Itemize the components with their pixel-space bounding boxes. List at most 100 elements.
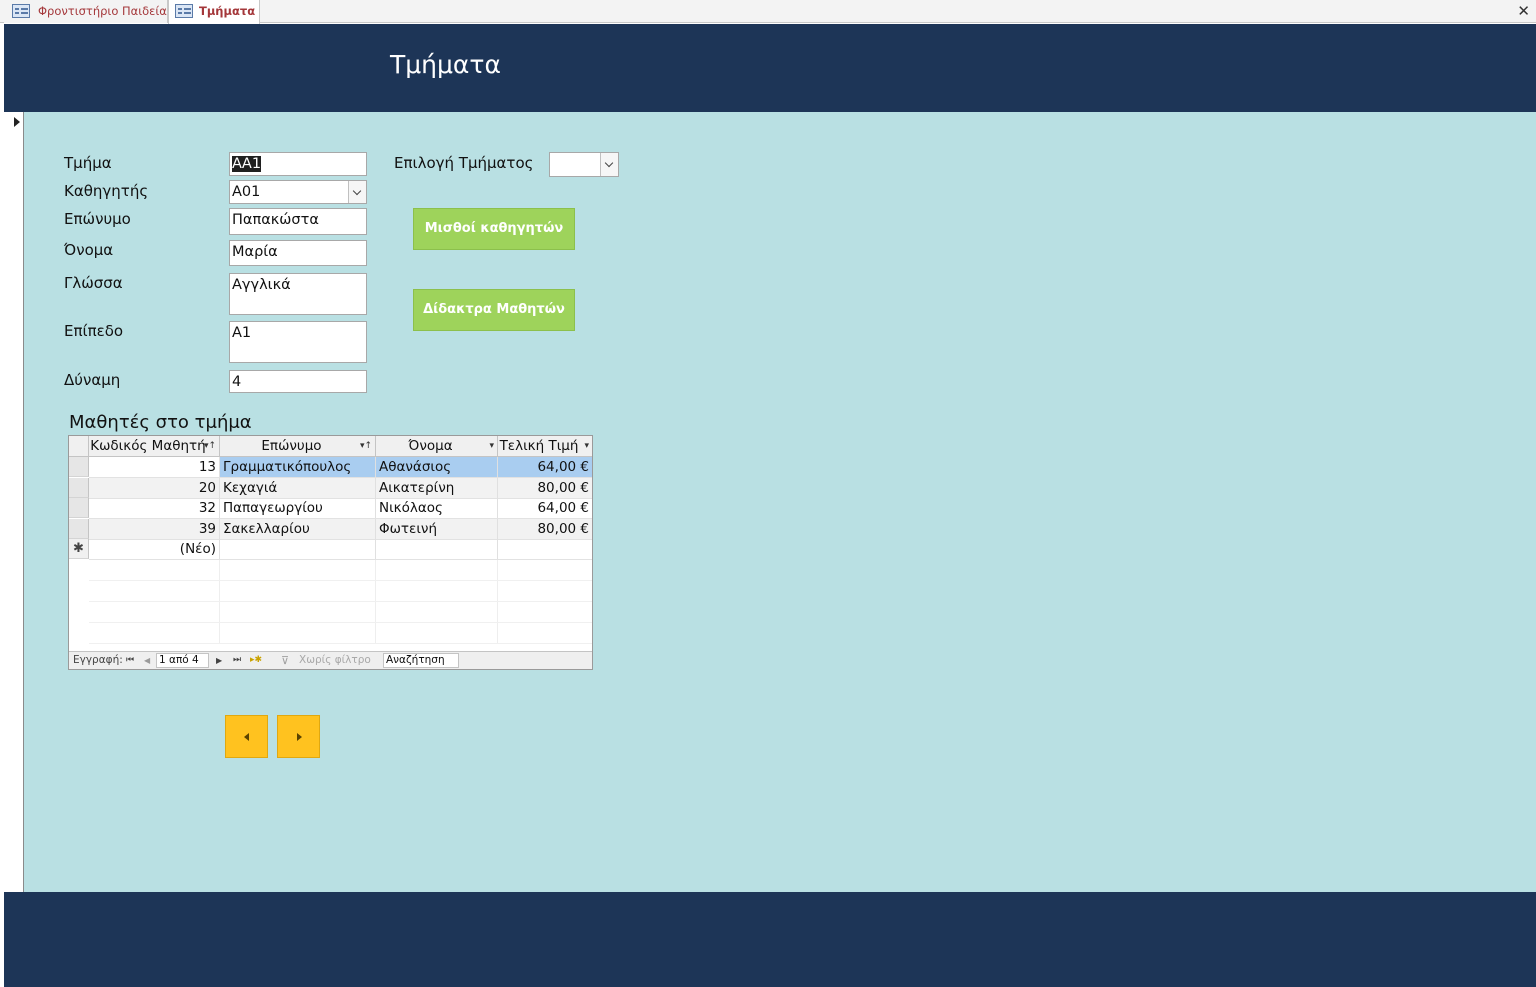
row-selector[interactable] xyxy=(69,519,89,539)
epipedo-field[interactable]: Α1 xyxy=(229,321,367,363)
cell-empty xyxy=(220,623,376,643)
kathigitis-value: Α01 xyxy=(232,184,261,200)
salaries-button[interactable]: Μισθοί καθηγητών xyxy=(413,208,575,250)
onoma-value: Μαρία xyxy=(232,244,278,260)
kathigitis-combobox[interactable]: Α01 xyxy=(229,180,367,204)
form-header: Τμήματα xyxy=(4,24,1536,112)
cell-price[interactable]: 80,00 € xyxy=(498,519,592,539)
cell-empty xyxy=(376,560,498,580)
column-header-eponymo[interactable]: Επώνυμο ▾↑ xyxy=(220,436,376,457)
first-record-icon[interactable]: ⏮ xyxy=(126,652,134,669)
column-header-kodikos[interactable]: Κωδικός Μαθητή ▾↑ xyxy=(89,436,220,457)
table-row[interactable]: 39 Σακελλαρίου Φωτεινή 80,00 € xyxy=(89,519,592,540)
onoma-field[interactable]: Μαρία xyxy=(229,240,367,266)
sort-filter-icon[interactable]: ▾↑ xyxy=(204,436,216,456)
current-record-arrow-icon xyxy=(14,117,20,127)
epipedo-value: Α1 xyxy=(232,325,252,341)
label-dynami: Δύναμη xyxy=(64,371,121,389)
cell-empty[interactable] xyxy=(498,539,592,559)
no-filter-label[interactable]: Χωρίς φίλτρο xyxy=(299,652,371,669)
empty-row xyxy=(89,560,592,581)
cell-surname[interactable]: Γραμματικόπουλος xyxy=(220,457,376,477)
subform-title: Μαθητές στο τμήμα xyxy=(69,412,252,433)
column-header-teliki-timi[interactable]: Τελική Τιμή ▾ xyxy=(498,436,592,457)
cell-id[interactable]: 39 xyxy=(89,519,220,539)
row-selector[interactable] xyxy=(69,498,89,518)
cell-price[interactable]: 64,00 € xyxy=(498,457,592,477)
chevron-down-icon[interactable] xyxy=(600,153,618,176)
triangle-left-icon xyxy=(244,733,249,741)
glossa-value: Αγγλικά xyxy=(232,277,291,293)
cell-name[interactable]: Αθανάσιος xyxy=(376,457,498,477)
previous-record-icon[interactable]: ◀ xyxy=(144,652,150,669)
glossa-field[interactable]: Αγγλικά xyxy=(229,273,367,315)
cell-empty xyxy=(89,581,220,601)
cell-surname[interactable]: Κεχαγιά xyxy=(220,478,376,498)
chevron-down-icon[interactable] xyxy=(348,181,366,203)
cell-empty[interactable] xyxy=(220,539,376,559)
tab-tmimata[interactable]: Τμήματα xyxy=(168,0,260,24)
tab-frontistirio-paideia[interactable]: Φροντιστήριο Παιδεία xyxy=(4,0,168,23)
cell-id[interactable]: 20 xyxy=(89,478,220,498)
column-header-onoma[interactable]: Όνομα ▾ xyxy=(376,436,498,457)
cell-surname[interactable]: Σακελλαρίου xyxy=(220,519,376,539)
sort-filter-icon[interactable]: ▾↑ xyxy=(360,436,372,456)
datasheet-header: Κωδικός Μαθητή ▾↑ Επώνυμο ▾↑ Όνομα ▾ Τελική… xyxy=(69,436,592,457)
cell-price[interactable]: 80,00 € xyxy=(498,478,592,498)
form-footer xyxy=(4,892,1536,987)
dynami-field[interactable]: 4 xyxy=(229,370,367,393)
form-icon xyxy=(12,4,30,18)
table-row[interactable]: 20 Κεχαγιά Αικατερίνη 80,00 € xyxy=(89,478,592,499)
next-record-button[interactable] xyxy=(277,715,320,758)
search-input[interactable]: Αναζήτηση xyxy=(383,653,459,668)
row-selector[interactable] xyxy=(69,457,89,477)
cell-id[interactable]: 32 xyxy=(89,498,220,518)
cell-empty xyxy=(376,602,498,622)
eponymo-field[interactable]: Παπακώστα xyxy=(229,208,367,235)
record-label: Εγγραφή: xyxy=(73,654,123,666)
cell-name[interactable]: Νικόλαος xyxy=(376,498,498,518)
current-record-field[interactable]: 1 από 4 xyxy=(156,653,209,668)
empty-row xyxy=(89,623,592,644)
epilogi-tmimatos-combobox[interactable] xyxy=(549,152,619,177)
tmima-field[interactable]: ΑΑ1 xyxy=(229,152,367,176)
cell-name[interactable]: Φωτεινή xyxy=(376,519,498,539)
eponymo-value: Παπακώστα xyxy=(232,212,319,228)
label-onoma: Όνομα xyxy=(64,241,114,259)
cell-empty xyxy=(89,623,220,643)
fees-button[interactable]: Δίδακτρα Μαθητών xyxy=(413,289,575,331)
new-record-icon[interactable]: ▸✱ xyxy=(250,652,262,669)
record-navigation-bar: Εγγραφή: ⏮ ◀ 1 από 4 ▶ ⏭ ▸✱ ⊽ Χωρίς φίλτ… xyxy=(69,651,592,669)
dynami-value: 4 xyxy=(232,374,242,390)
row-selector[interactable] xyxy=(69,478,89,498)
cell-name[interactable]: Αικατερίνη xyxy=(376,478,498,498)
cell-empty xyxy=(89,560,220,580)
label-kathigitis: Καθηγητής xyxy=(64,182,149,200)
next-record-icon[interactable]: ▶ xyxy=(216,652,222,669)
label-tmima: Τμήμα xyxy=(64,154,112,172)
tab-label: Τμήματα xyxy=(199,4,256,18)
last-record-icon[interactable]: ⏭ xyxy=(233,652,241,669)
new-record-marker-icon[interactable]: ✱ xyxy=(69,539,89,559)
select-all-corner[interactable] xyxy=(69,436,89,457)
empty-row xyxy=(89,602,592,623)
cell-surname[interactable]: Παπαγεωργίου xyxy=(220,498,376,518)
close-icon[interactable]: ✕ xyxy=(1517,1,1530,21)
table-row[interactable]: 32 Παπαγεωργίου Νικόλαος 64,00 € xyxy=(89,498,592,519)
tmima-value: ΑΑ1 xyxy=(232,156,262,172)
cell-id[interactable]: 13 xyxy=(89,457,220,477)
cell-new[interactable]: (Νέο) xyxy=(89,539,220,559)
cell-empty xyxy=(220,581,376,601)
dropdown-arrow-icon[interactable]: ▾ xyxy=(584,436,589,456)
cell-empty xyxy=(376,623,498,643)
table-row[interactable]: 13 Γραμματικόπουλος Αθανάσιος 64,00 € xyxy=(89,457,592,478)
previous-record-button[interactable] xyxy=(225,715,268,758)
cell-price[interactable]: 64,00 € xyxy=(498,498,592,518)
cell-empty xyxy=(220,560,376,580)
dropdown-arrow-icon[interactable]: ▾ xyxy=(489,436,494,456)
triangle-right-icon xyxy=(297,733,302,741)
cell-empty[interactable] xyxy=(376,539,498,559)
record-selector[interactable] xyxy=(4,112,24,892)
cell-empty xyxy=(220,602,376,622)
new-record-row[interactable]: (Νέο) xyxy=(89,539,592,560)
